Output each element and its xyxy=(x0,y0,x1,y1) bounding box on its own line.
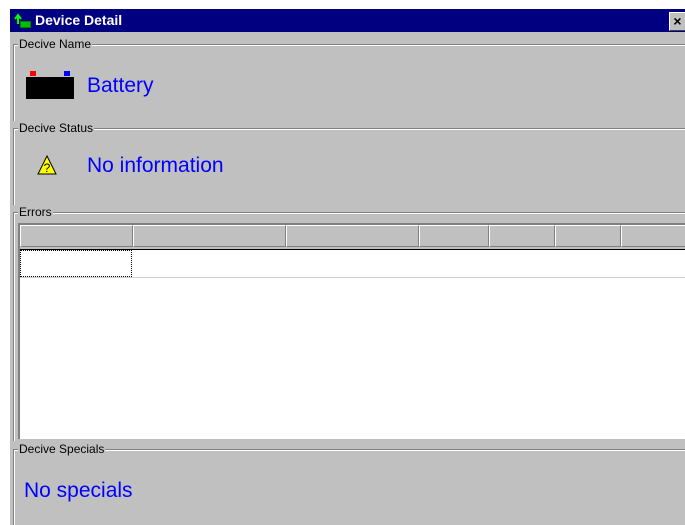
column-header[interactable] xyxy=(419,225,489,247)
table-row[interactable] xyxy=(20,250,685,278)
column-header[interactable] xyxy=(286,225,419,247)
device-name-group: Decive Name Battery xyxy=(13,37,685,121)
device-app-icon xyxy=(14,13,31,28)
device-specials-group: Decive Specials No specials xyxy=(13,442,685,525)
errors-group-label: Errors xyxy=(18,205,53,219)
errors-grid[interactable] xyxy=(18,223,685,439)
battery-icon xyxy=(26,71,74,99)
column-header[interactable] xyxy=(489,225,555,247)
errors-grid-header xyxy=(20,225,685,250)
column-header[interactable] xyxy=(20,225,133,247)
device-detail-window: Device Detail × Decive Name Battery Deci… xyxy=(10,9,685,525)
svg-text:?: ? xyxy=(44,161,51,175)
table-cell[interactable] xyxy=(20,250,132,277)
window-title: Device Detail xyxy=(35,12,123,28)
warning-icon: ? xyxy=(37,155,57,175)
title-bar[interactable]: Device Detail × xyxy=(10,9,685,32)
column-header[interactable] xyxy=(555,225,621,247)
device-specials-value: No specials xyxy=(24,479,133,502)
device-status-group: Decive Status ? No information xyxy=(13,121,685,205)
device-name-group-label: Decive Name xyxy=(18,37,93,51)
device-status-value: No information xyxy=(87,154,224,177)
close-button[interactable]: × xyxy=(669,12,685,31)
column-header[interactable] xyxy=(133,225,286,247)
device-status-group-label: Decive Status xyxy=(18,121,95,135)
device-name-value: Battery xyxy=(87,74,154,97)
device-specials-group-label: Decive Specials xyxy=(18,442,106,456)
column-header[interactable] xyxy=(621,225,685,247)
